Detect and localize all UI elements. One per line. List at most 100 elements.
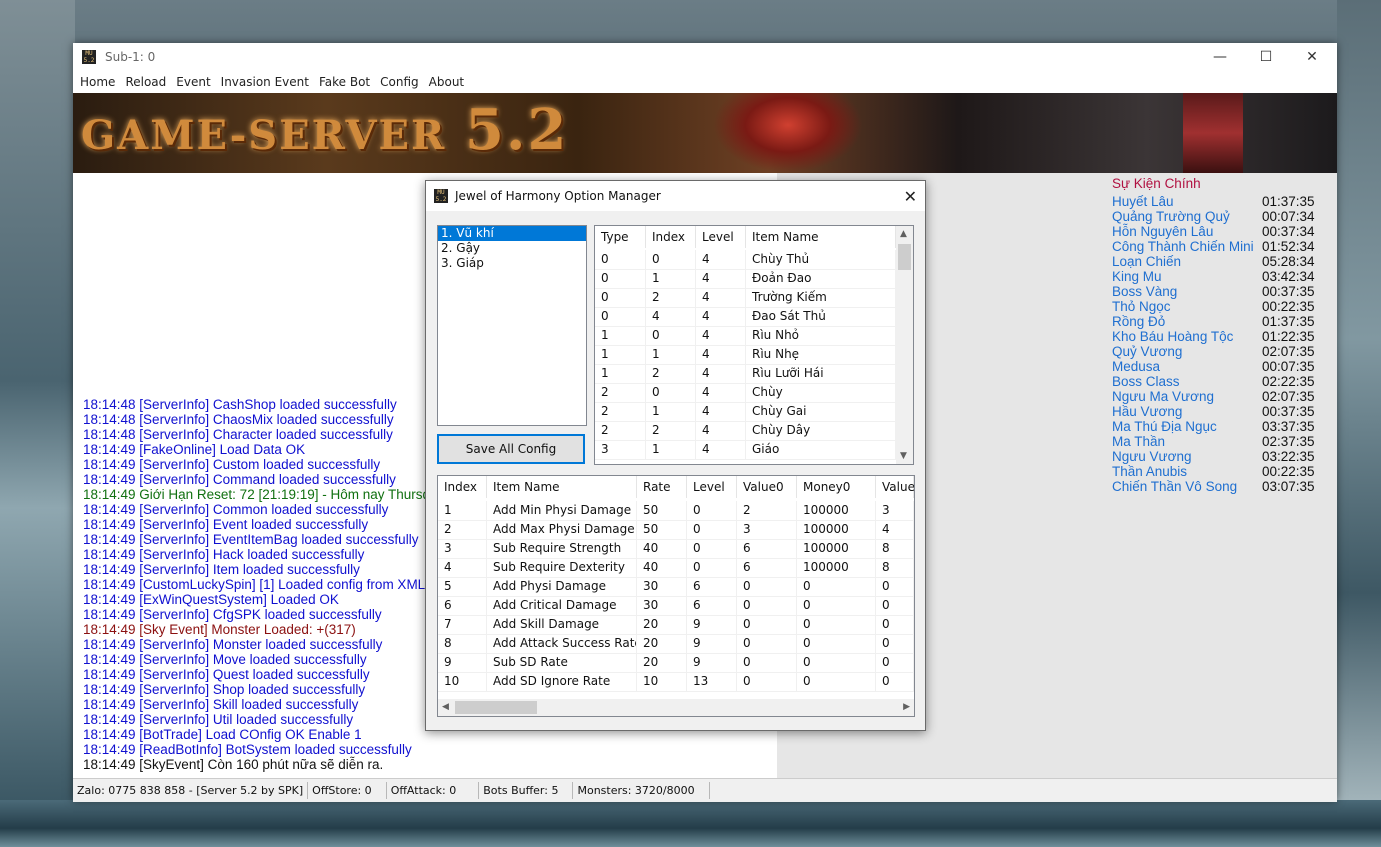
event-name[interactable]: Ngưu Ma Vương bbox=[1112, 389, 1214, 404]
event-name[interactable]: Medusa bbox=[1112, 359, 1160, 374]
table-row[interactable]: 7 Add Skill Damage 20 9 0 0 0 bbox=[438, 615, 914, 635]
table-cell: 4 bbox=[696, 345, 746, 364]
scroll-right-icon[interactable]: ▶ bbox=[903, 702, 910, 712]
table-cell: 2 bbox=[595, 383, 646, 402]
table-row[interactable]: 2 Add Max Physi Damage 50 0 3 100000 4 bbox=[438, 520, 914, 540]
event-name[interactable]: Ma Thú Địa Ngục bbox=[1112, 419, 1217, 434]
banner-version: 5.2 bbox=[464, 97, 569, 163]
table-row[interactable]: 0 2 4 Trường Kiếm bbox=[595, 288, 896, 308]
event-name[interactable]: Boss Vàng bbox=[1112, 284, 1177, 299]
column-header[interactable]: Level bbox=[687, 476, 737, 498]
column-header[interactable]: Value0 bbox=[737, 476, 797, 498]
menu-event[interactable]: Event bbox=[171, 75, 215, 89]
table-row[interactable]: 2 1 4 Chùy Gai bbox=[595, 402, 896, 422]
table-row[interactable]: 6 Add Critical Damage 30 6 0 0 0 bbox=[438, 596, 914, 616]
table-row[interactable]: 5 Add Physi Damage 30 6 0 0 0 bbox=[438, 577, 914, 597]
scroll-left-icon[interactable]: ◀ bbox=[442, 702, 449, 712]
table-row[interactable]: 1 2 4 Rìu Lưỡi Hái bbox=[595, 364, 896, 384]
event-name[interactable]: Công Thành Chiến Mini bbox=[1112, 239, 1254, 254]
table-cell: Sub Require Strength bbox=[487, 539, 637, 558]
title-bar[interactable]: MU 5.2 Sub-1: 0 — ☐ ✕ bbox=[73, 43, 1337, 71]
category-staff[interactable]: 2. Gậy bbox=[438, 241, 586, 256]
column-header[interactable]: Type bbox=[595, 226, 646, 248]
category-listbox[interactable]: 1. Vũ khí 2. Gậy 3. Giáp bbox=[437, 225, 587, 426]
event-countdown: 00:37:34 bbox=[1262, 224, 1315, 239]
table-cell: 4 bbox=[696, 326, 746, 345]
table-cell: 20 bbox=[637, 653, 687, 672]
menu-reload[interactable]: Reload bbox=[120, 75, 171, 89]
menu-home[interactable]: Home bbox=[75, 75, 120, 89]
table-row[interactable]: 9 Sub SD Rate 20 9 0 0 0 bbox=[438, 653, 914, 673]
event-countdown: 00:22:35 bbox=[1262, 299, 1315, 314]
table-row[interactable]: 0 1 4 Đoản Đao bbox=[595, 269, 896, 289]
table-cell: 0 bbox=[595, 269, 646, 288]
minimize-icon[interactable]: — bbox=[1197, 43, 1243, 71]
scroll-down-icon[interactable]: ▼ bbox=[900, 451, 907, 461]
maximize-icon[interactable]: ☐ bbox=[1243, 43, 1289, 71]
table-row[interactable]: 1 1 4 Rìu Nhẹ bbox=[595, 345, 896, 365]
event-name[interactable]: Kho Báu Hoàng Tộc bbox=[1112, 329, 1233, 344]
event-name[interactable]: Boss Class bbox=[1112, 374, 1180, 389]
table-cell: 9 bbox=[438, 653, 487, 672]
items-scroll-thumb[interactable] bbox=[898, 244, 911, 270]
column-header[interactable]: Index bbox=[438, 476, 487, 498]
table-row[interactable]: 2 2 4 Chùy Dây bbox=[595, 421, 896, 441]
event-name[interactable]: Huyết Lâu bbox=[1112, 194, 1174, 209]
event-name[interactable]: Loạn Chiến bbox=[1112, 254, 1181, 269]
event-name[interactable]: Chiến Thần Vô Song bbox=[1112, 479, 1237, 494]
event-name[interactable]: Rồng Đỏ bbox=[1112, 314, 1165, 329]
dialog-close-icon[interactable]: ✕ bbox=[904, 187, 917, 206]
menu-fake-bot[interactable]: Fake Bot bbox=[314, 75, 375, 89]
options-grid[interactable]: Index Item Name Rate Level Value0 Money0 Value… bbox=[437, 475, 915, 717]
items-scrollbar[interactable]: ▲ ▼ bbox=[896, 226, 913, 464]
table-row[interactable]: 4 Sub Require Dexterity 40 0 6 100000 8 bbox=[438, 558, 914, 578]
column-header[interactable]: Level bbox=[696, 226, 746, 248]
event-name[interactable]: Hỗn Nguyên Lâu bbox=[1112, 224, 1213, 239]
table-row[interactable]: 10 Add SD Ignore Rate 10 13 0 0 0 bbox=[438, 672, 914, 692]
column-header[interactable]: Money0 bbox=[797, 476, 876, 498]
table-row[interactable]: 2 0 4 Chùy bbox=[595, 383, 896, 403]
table-cell: 1 bbox=[595, 364, 646, 383]
table-cell: 0 bbox=[797, 615, 876, 634]
event-name[interactable]: Quảng Trường Quỷ bbox=[1112, 209, 1230, 224]
table-cell: Add Physi Damage bbox=[487, 577, 637, 596]
items-grid[interactable]: Type Index Level Item Name 0 0 4 Chùy Thủ 0 1 4 Đo… bbox=[594, 225, 914, 465]
banner-artwork-right bbox=[1183, 93, 1243, 173]
dialog-title-bar[interactable]: MU 5.2 Jewel of Harmony Option Manager ✕ bbox=[426, 181, 925, 211]
table-cell: 4 bbox=[696, 250, 746, 269]
table-cell: 10 bbox=[438, 672, 487, 691]
scroll-up-icon[interactable]: ▲ bbox=[900, 229, 907, 239]
column-header[interactable]: Index bbox=[646, 226, 696, 248]
table-row[interactable]: 8Add Attack Success Rate...209000 bbox=[438, 634, 914, 654]
event-name[interactable]: Thỏ Ngọc bbox=[1112, 299, 1171, 314]
menu-about[interactable]: About bbox=[424, 75, 469, 89]
event-name[interactable]: King Mu bbox=[1112, 269, 1162, 284]
event-name[interactable]: Quỷ Vương bbox=[1112, 344, 1182, 359]
event-name[interactable]: Ma Thần bbox=[1112, 434, 1165, 449]
category-weapon[interactable]: 1. Vũ khí bbox=[438, 226, 586, 241]
save-all-config-button[interactable]: Save All Config bbox=[437, 434, 585, 464]
log-line: 18:14:49 [ServerInfo] Common loaded succ… bbox=[83, 502, 389, 517]
menu-config[interactable]: Config bbox=[375, 75, 424, 89]
close-icon[interactable]: ✕ bbox=[1289, 43, 1335, 71]
column-header[interactable]: Value bbox=[876, 476, 914, 498]
table-row[interactable]: 0 0 4 Chùy Thủ bbox=[595, 250, 896, 270]
event-name[interactable]: Thần Anubis bbox=[1112, 464, 1187, 479]
table-row[interactable]: 3 Sub Require Strength 40 0 6 100000 8 bbox=[438, 539, 914, 559]
category-armor[interactable]: 3. Giáp bbox=[438, 256, 586, 271]
column-header[interactable]: Item Name bbox=[746, 226, 896, 248]
table-cell: 0 bbox=[876, 672, 914, 691]
table-row[interactable]: 1 0 4 Rìu Nhỏ bbox=[595, 326, 896, 346]
table-cell: Add Attack Success Rate... bbox=[487, 634, 637, 653]
table-row[interactable]: 0 4 4 Đao Sát Thủ bbox=[595, 307, 896, 327]
menu-invasion-event[interactable]: Invasion Event bbox=[216, 75, 314, 89]
event-name[interactable]: Ngưu Vương bbox=[1112, 449, 1191, 464]
options-hscrollbar[interactable]: ◀ ▶ bbox=[438, 699, 914, 716]
table-row[interactable]: 3 1 4 Giáo bbox=[595, 440, 896, 460]
options-scroll-thumb[interactable] bbox=[455, 701, 537, 714]
column-header[interactable]: Item Name bbox=[487, 476, 637, 498]
column-header[interactable]: Rate bbox=[637, 476, 687, 498]
event-name[interactable]: Hầu Vương bbox=[1112, 404, 1182, 419]
table-cell: 0 bbox=[737, 596, 797, 615]
table-row[interactable]: 1 Add Min Physi Damage 50 0 2 100000 3 bbox=[438, 501, 914, 521]
